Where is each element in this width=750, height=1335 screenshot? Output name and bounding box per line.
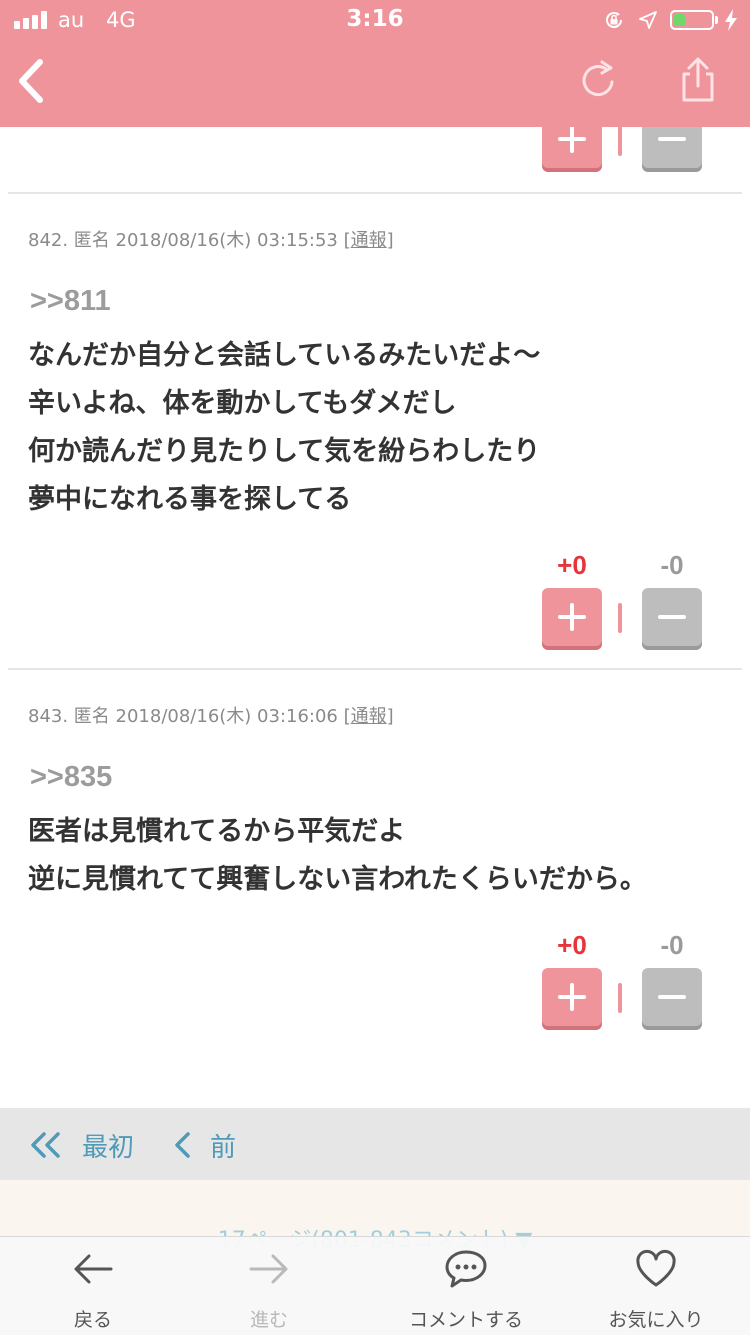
first-page-link[interactable]: 最初	[82, 1127, 134, 1164]
toolbar-favorite-label: お気に入り	[608, 1309, 704, 1331]
report-link[interactable]: 通報	[351, 230, 387, 251]
comment-divider	[8, 192, 742, 194]
minus-icon	[658, 137, 686, 141]
plus-count: +0	[557, 930, 587, 960]
minus-icon	[658, 995, 686, 999]
toolbar-forward-button[interactable]: 進む	[194, 1237, 344, 1335]
plus-icon	[558, 603, 586, 631]
orientation-lock-icon	[606, 12, 623, 29]
report-link[interactable]: 通報	[351, 706, 387, 727]
minus-vote-button[interactable]	[642, 588, 702, 646]
share-icon[interactable]	[676, 56, 720, 104]
toolbar-comment-label: コメントする	[408, 1309, 523, 1331]
speech-bubble-icon	[445, 1250, 487, 1288]
arrow-left-icon	[74, 1254, 113, 1284]
comment-body-line: 夢中になれる事を探してる	[28, 484, 352, 515]
chevron-left-icon[interactable]	[172, 1130, 192, 1160]
comment-meta: 842. 匿名 2018/08/16(木) 03:15:53 [通報]	[28, 226, 394, 252]
prev-page-link[interactable]: 前	[210, 1127, 236, 1164]
comment-body-line: 何か読んだり見たりして気を紛らわしたり	[28, 436, 541, 467]
double-chevron-left-icon[interactable]	[28, 1130, 64, 1160]
vote-separator	[618, 983, 622, 1013]
comment-meta: 843. 匿名 2018/08/16(木) 03:16:06 [通報]	[28, 702, 394, 728]
arrow-right-icon	[249, 1254, 288, 1284]
plus-count: +0	[557, 550, 587, 580]
plus-icon	[558, 125, 586, 153]
minus-vote-button[interactable]	[642, 968, 702, 1026]
comment-body-line: 逆に見慣れてて興奮しない言われたくらいだから。	[28, 864, 647, 895]
battery-tip	[715, 16, 718, 24]
charging-bolt-icon	[725, 9, 737, 31]
comment-meta-close: ]	[386, 706, 394, 727]
battery-level-fill	[674, 14, 685, 26]
reply-anchor-link[interactable]: >>835	[30, 761, 112, 794]
toolbar-back-label: 戻る	[73, 1309, 112, 1331]
vote-separator	[618, 126, 622, 156]
comment-divider	[8, 668, 742, 670]
comment-meta-text: 842. 匿名 2018/08/16(木) 03:15:53 [	[28, 230, 351, 251]
toolbar-favorite-button[interactable]: お気に入り	[581, 1237, 731, 1335]
comment-meta-text: 843. 匿名 2018/08/16(木) 03:16:06 [	[28, 706, 351, 727]
pagination-bar: 最初 前	[0, 1108, 750, 1180]
vote-separator	[618, 603, 622, 633]
comment-body-line: なんだか自分と会話しているみたいだよ〜	[28, 340, 541, 371]
heart-icon	[636, 1249, 676, 1287]
comment-body-line: 医者は見慣れてるから平気だよ	[28, 816, 406, 847]
plus-vote-button[interactable]	[542, 968, 602, 1026]
location-arrow-icon	[639, 11, 657, 29]
status-bar: au 4G 3:16	[0, 0, 750, 42]
reload-icon[interactable]	[578, 58, 620, 102]
minus-icon	[658, 615, 686, 619]
plus-icon	[558, 983, 586, 1011]
bottom-toolbar: 戻る 進む コメントする お気に入り	[0, 1236, 750, 1335]
toolbar-back-button[interactable]: 戻る	[18, 1237, 168, 1335]
minus-count: -0	[660, 550, 684, 580]
battery-icon	[670, 10, 714, 30]
plus-vote-button[interactable]	[542, 588, 602, 646]
reply-anchor-link[interactable]: >>811	[30, 285, 111, 318]
chevron-left-icon[interactable]	[12, 54, 52, 108]
comment-meta-close: ]	[386, 230, 394, 251]
minus-count: -0	[660, 930, 684, 960]
comment-body-line: 辛いよね、体を動かしてもダメだし	[28, 388, 457, 419]
toolbar-forward-label: 進む	[249, 1309, 288, 1331]
toolbar-comment-button[interactable]: コメントする	[391, 1237, 541, 1335]
